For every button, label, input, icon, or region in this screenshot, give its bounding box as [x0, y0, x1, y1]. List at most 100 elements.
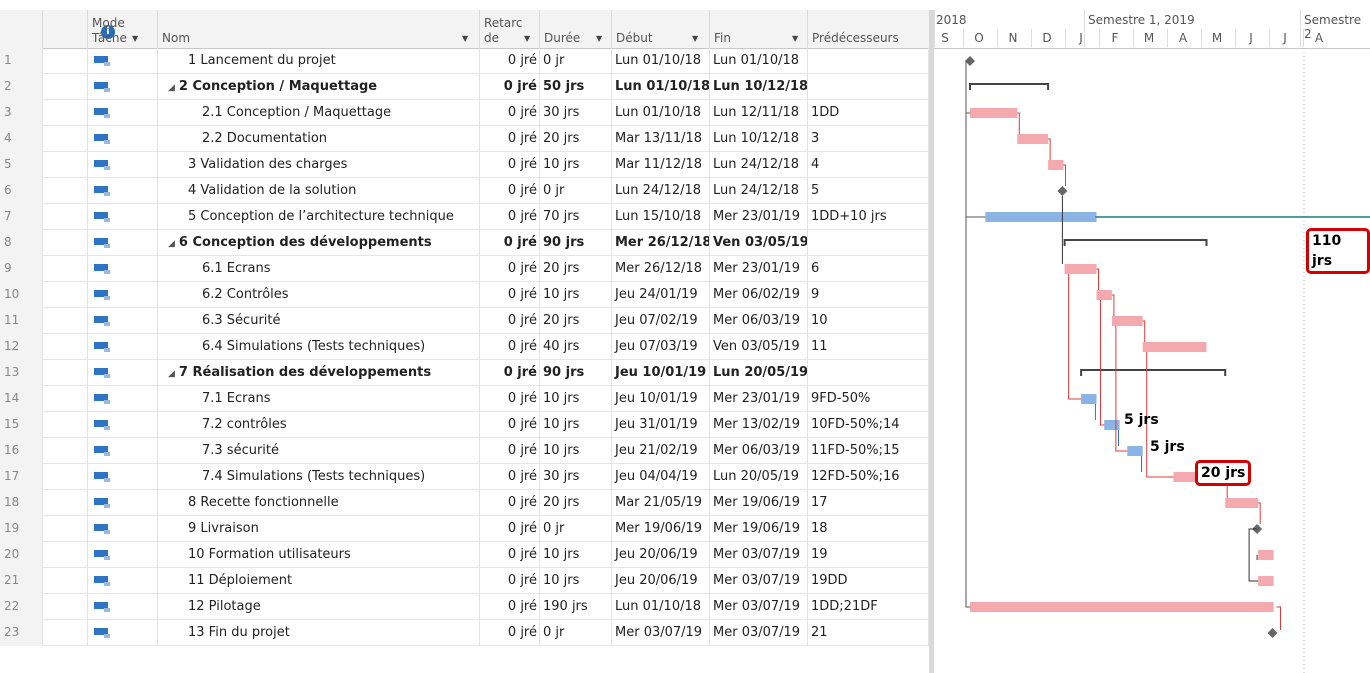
info-cell[interactable] [43, 282, 88, 308]
task-delay[interactable]: 0 jré [480, 594, 540, 620]
task-duration[interactable]: 10 jrs [540, 438, 612, 464]
task-predecessors[interactable]: 10 [808, 308, 929, 334]
info-cell[interactable] [43, 48, 88, 74]
task-duration[interactable]: 0 jr [540, 178, 612, 204]
task-name-cell[interactable]: ◢ 7 Réalisation des développements [158, 360, 480, 386]
task-name-cell[interactable]: 1 Lancement du projet [158, 48, 480, 74]
table-row[interactable]: 14 7.1 Ecrans 0 jré 10 jrs Jeu 10/01/19 Mer 2… [0, 386, 929, 412]
task-predecessors[interactable]: 19DD [808, 568, 929, 594]
task-start[interactable]: Jeu 31/01/19 [612, 412, 710, 438]
task-name-cell[interactable]: ◢ 6 Conception des développements [158, 230, 480, 256]
row-id[interactable]: 7 [0, 204, 43, 230]
task-delay[interactable]: 0 jré [480, 48, 540, 74]
task-finish[interactable]: Mer 23/01/19 [710, 204, 808, 230]
info-cell[interactable] [43, 204, 88, 230]
task-duration[interactable]: 70 jrs [540, 204, 612, 230]
task-predecessors[interactable]: 17 [808, 490, 929, 516]
task-delay[interactable]: 0 jré [480, 542, 540, 568]
task-name-cell[interactable]: 4 Validation de la solution [158, 178, 480, 204]
task-start[interactable]: Lun 01/10/18 [612, 594, 710, 620]
task-finish[interactable]: Mer 06/03/19 [710, 438, 808, 464]
info-cell[interactable] [43, 594, 88, 620]
task-finish[interactable]: Mer 03/07/19 [710, 568, 808, 594]
task-name-cell[interactable]: 6.2 Contrôles [158, 282, 480, 308]
task-predecessors[interactable]: 10FD-50%;14 [808, 412, 929, 438]
info-cell[interactable] [43, 100, 88, 126]
task-predecessors[interactable] [808, 74, 929, 100]
task-mode-cell[interactable] [88, 308, 158, 334]
finish-filter-icon[interactable]: ▼ [792, 34, 798, 43]
info-cell[interactable] [43, 152, 88, 178]
task-delay[interactable]: 0 jré [480, 308, 540, 334]
table-row[interactable]: 12 6.4 Simulations (Tests techniques) 0 jr… [0, 334, 929, 360]
task-mode-cell[interactable] [88, 100, 158, 126]
delay-filter-icon[interactable]: ▼ [524, 34, 530, 43]
info-cell[interactable] [43, 568, 88, 594]
duration-column-header[interactable]: Durée ▼ [540, 10, 612, 48]
task-mode-cell[interactable] [88, 178, 158, 204]
info-cell[interactable] [43, 308, 88, 334]
task-predecessors[interactable]: 19 [808, 542, 929, 568]
task-mode-cell[interactable] [88, 568, 158, 594]
task-duration[interactable]: 0 jr [540, 620, 612, 646]
finish-column-header[interactable]: Fin ▼ [710, 10, 808, 48]
task-start[interactable]: Jeu 21/02/19 [612, 438, 710, 464]
task-duration[interactable]: 40 jrs [540, 334, 612, 360]
table-row[interactable]: 21 11 Déploiement 0 jré 10 jrs Jeu 20/06/19 M… [0, 568, 929, 594]
task-duration[interactable]: 20 jrs [540, 126, 612, 152]
task-name-cell[interactable]: 10 Formation utilisateurs [158, 542, 480, 568]
mode-column-header[interactable]: Mode Tâche ▼ [88, 10, 158, 48]
task-duration[interactable]: 20 jrs [540, 256, 612, 282]
row-id[interactable]: 11 [0, 308, 43, 334]
task-delay[interactable]: 0 jré [480, 464, 540, 490]
row-id[interactable]: 18 [0, 490, 43, 516]
task-finish[interactable]: Mer 23/01/19 [710, 256, 808, 282]
task-name-cell[interactable]: 7.4 Simulations (Tests techniques) [158, 464, 480, 490]
task-predecessors[interactable]: 12FD-50%;16 [808, 464, 929, 490]
task-finish[interactable]: Mer 03/07/19 [710, 542, 808, 568]
task-delay[interactable]: 0 jré [480, 438, 540, 464]
task-predecessors[interactable]: 9FD-50% [808, 386, 929, 412]
task-start[interactable]: Mar 11/12/18 [612, 152, 710, 178]
table-row[interactable]: 4 2.2 Documentation 0 jré 20 jrs Mar 13/11/1… [0, 126, 929, 152]
task-finish[interactable]: Mer 13/02/19 [710, 412, 808, 438]
collapse-toggle-icon[interactable]: ◢ [168, 239, 175, 249]
info-cell[interactable] [43, 256, 88, 282]
task-delay[interactable]: 0 jré [480, 126, 540, 152]
task-start[interactable]: Jeu 20/06/19 [612, 542, 710, 568]
table-row[interactable]: 22 12 Pilotage 0 jré 190 jrs Lun 01/10/18 Mer… [0, 594, 929, 620]
task-duration[interactable]: 10 jrs [540, 412, 612, 438]
table-row[interactable]: 9 6.1 Ecrans 0 jré 20 jrs Mer 26/12/18 Mer 23… [0, 256, 929, 282]
info-cell[interactable] [43, 126, 88, 152]
info-cell[interactable] [43, 178, 88, 204]
task-mode-cell[interactable] [88, 74, 158, 100]
row-id[interactable]: 16 [0, 438, 43, 464]
predecessors-column-header[interactable]: Prédécesseurs [808, 10, 929, 48]
task-start[interactable]: Jeu 10/01/19 [612, 386, 710, 412]
table-row[interactable]: 13 ◢ 7 Réalisation des développements 0 jré… [0, 360, 929, 386]
task-name-cell[interactable]: 7.2 contrôles [158, 412, 480, 438]
task-name-cell[interactable]: 2.2 Documentation [158, 126, 480, 152]
task-delay[interactable]: 0 jré [480, 100, 540, 126]
table-row[interactable]: 20 10 Formation utilisateurs 0 jré 10 jrs Je… [0, 542, 929, 568]
task-predecessors[interactable]: 1DD;21DF [808, 594, 929, 620]
task-name-cell[interactable]: 9 Livraison [158, 516, 480, 542]
table-row[interactable]: 17 7.4 Simulations (Tests techniques) 0 jr… [0, 464, 929, 490]
table-row[interactable]: 7 5 Conception de l’architecture techniqu… [0, 204, 929, 230]
name-filter-icon[interactable]: ▼ [462, 34, 468, 43]
row-id-header[interactable] [0, 10, 43, 48]
task-mode-cell[interactable] [88, 438, 158, 464]
row-id[interactable]: 4 [0, 126, 43, 152]
info-column-header[interactable]: i [43, 10, 115, 48]
table-row[interactable]: 64 Validation de la solution 0 jré 0 jr Lun… [0, 178, 929, 204]
task-predecessors[interactable]: 9 [808, 282, 929, 308]
task-name-cell[interactable]: 3 Validation des charges [158, 152, 480, 178]
task-name-cell[interactable]: 6.3 Sécurité [158, 308, 480, 334]
task-mode-cell[interactable] [88, 490, 158, 516]
task-finish[interactable]: Lun 12/11/18 [710, 100, 808, 126]
task-delay[interactable]: 0 jré [480, 490, 540, 516]
info-cell[interactable] [43, 464, 88, 490]
task-start[interactable]: Lun 15/10/18 [612, 204, 710, 230]
task-finish[interactable]: Mer 23/01/19 [710, 386, 808, 412]
task-name-cell[interactable]: 8 Recette fonctionnelle [158, 490, 480, 516]
